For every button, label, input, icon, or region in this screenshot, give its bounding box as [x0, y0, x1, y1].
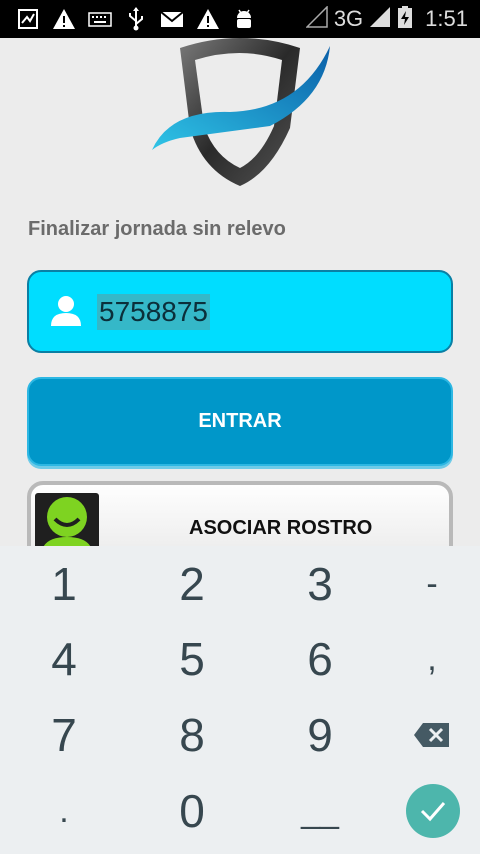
- clock: 1:51: [425, 6, 468, 31]
- done-button[interactable]: [406, 784, 460, 838]
- associate-face-button[interactable]: ASOCIAR ROSTRO: [27, 481, 453, 546]
- key-8[interactable]: 8: [142, 700, 242, 770]
- key-space[interactable]: __: [270, 776, 370, 846]
- check-icon: [420, 802, 446, 822]
- numeric-keyboard: 1 2 3 - 4 5 6 , 7 8 9 . 0 __: [0, 546, 480, 854]
- mail-icon: [160, 7, 184, 31]
- backspace-key[interactable]: [382, 700, 480, 770]
- key-6[interactable]: 6: [270, 624, 370, 694]
- login-screen: Finalizar jornada sin relevo 5758875 ENT…: [0, 38, 480, 546]
- user-icon: [51, 296, 81, 326]
- key-0[interactable]: 0: [142, 776, 242, 846]
- employee-id-value[interactable]: 5758875: [97, 294, 211, 330]
- warning-icon: [196, 7, 220, 31]
- key-comma[interactable]: ,: [382, 624, 480, 694]
- key-period[interactable]: .: [14, 776, 114, 846]
- keyboard-icon: [88, 7, 112, 31]
- battery-icon: [397, 5, 413, 34]
- associate-face-label: ASOCIAR ROSTRO: [189, 517, 373, 539]
- status-bar: 3G 1:51: [0, 0, 480, 38]
- screenshot-icon: [16, 7, 40, 31]
- signal-icon: [369, 6, 391, 33]
- key-9[interactable]: 9: [270, 700, 370, 770]
- usb-icon: [124, 7, 148, 31]
- key-2[interactable]: 2: [142, 549, 242, 619]
- network-label: 3G: [333, 6, 364, 31]
- android-icon: [232, 7, 256, 31]
- face-icon: [35, 493, 99, 546]
- key-4[interactable]: 4: [14, 624, 114, 694]
- key-3[interactable]: 3: [270, 549, 370, 619]
- key-minus[interactable]: -: [382, 549, 480, 619]
- employee-id-field[interactable]: 5758875: [27, 270, 453, 353]
- signal-icon: [305, 4, 328, 33]
- page-subtitle: Finalizar jornada sin relevo: [28, 218, 286, 240]
- warning-icon: [52, 7, 76, 31]
- key-7[interactable]: 7: [14, 700, 114, 770]
- key-5[interactable]: 5: [142, 624, 242, 694]
- key-1[interactable]: 1: [14, 549, 114, 619]
- enter-button[interactable]: ENTRAR: [27, 377, 453, 466]
- backspace-icon: [414, 723, 449, 747]
- shield-logo: [152, 38, 330, 186]
